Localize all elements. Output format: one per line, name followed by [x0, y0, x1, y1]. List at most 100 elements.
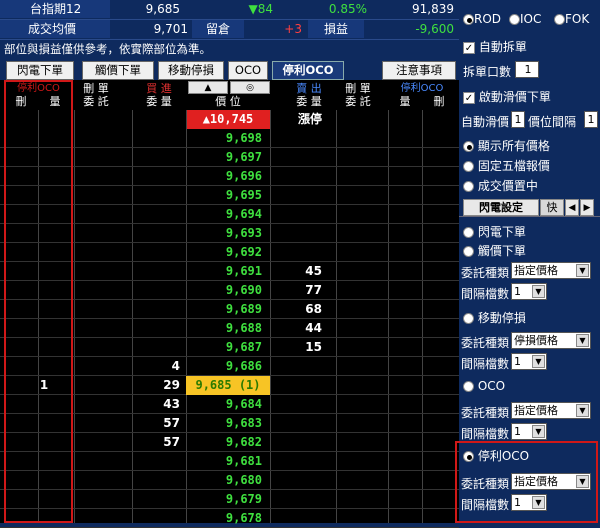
tick-gap-input[interactable]: 1 — [584, 111, 598, 128]
slippage-checkbox[interactable]: ✓ 啟動滑價下單 — [463, 88, 551, 105]
tab-scroll-right-icon[interactable]: ▶ — [580, 199, 594, 216]
bid-qty-cell[interactable] — [132, 300, 182, 319]
gap-levels-select-2[interactable]: 1 ▼ — [511, 353, 547, 370]
tab-scroll-left-icon[interactable]: ◀ — [565, 199, 579, 216]
bid-qty-cell[interactable] — [132, 167, 182, 186]
display-five-levels[interactable]: 固定五檔報價 — [463, 157, 550, 174]
ask-qty-cell[interactable] — [270, 148, 324, 167]
price-cell[interactable]: 9,686 — [186, 357, 270, 376]
price-cell[interactable]: 9,697 — [186, 148, 270, 167]
bid-qty-cell[interactable]: 57 — [132, 414, 182, 433]
ask-qty-cell[interactable] — [270, 452, 324, 471]
price-cell[interactable]: 9,682 — [186, 433, 270, 452]
bid-qty-cell[interactable] — [132, 338, 182, 357]
oco-option[interactable]: OCO — [463, 379, 505, 393]
ask-qty-cell[interactable] — [270, 433, 324, 452]
bid-qty-cell[interactable] — [132, 319, 182, 338]
bid-qty-cell[interactable] — [132, 243, 182, 262]
ask-qty-cell[interactable] — [270, 243, 324, 262]
price-cell[interactable]: 9,685 (1) — [186, 376, 270, 395]
ask-qty-cell[interactable]: 68 — [270, 300, 324, 319]
display-all-prices[interactable]: 顯示所有價格 — [463, 137, 550, 154]
bid-qty-cell[interactable] — [132, 509, 182, 528]
order-kind-select[interactable]: 指定價格 ▼ — [511, 262, 591, 279]
limit-up-price[interactable]: ▲10,745 — [186, 110, 270, 129]
bid-qty-cell[interactable]: 29 — [132, 376, 182, 395]
bid-qty-cell[interactable] — [132, 452, 182, 471]
ask-qty-cell[interactable] — [270, 186, 324, 205]
price-cell[interactable]: 9,693 — [186, 224, 270, 243]
bid-qty-cell[interactable] — [132, 281, 182, 300]
tab-flash-settings[interactable]: 閃電設定 — [463, 199, 539, 216]
ask-qty-cell[interactable]: 77 — [270, 281, 324, 300]
split-qty-input[interactable]: 1 — [515, 61, 539, 78]
price-cell[interactable]: 9,687 — [186, 338, 270, 357]
price-cell[interactable]: 9,688 — [186, 319, 270, 338]
scroll-up-button[interactable]: ▲ — [188, 81, 228, 94]
ask-qty-cell[interactable] — [270, 376, 324, 395]
ask-qty-cell[interactable] — [270, 395, 324, 414]
bid-qty-cell[interactable]: 43 — [132, 395, 182, 414]
ask-qty-cell[interactable] — [270, 357, 324, 376]
order-kind-select-4[interactable]: 指定價格 ▼ — [511, 473, 591, 490]
ask-qty-cell[interactable] — [270, 471, 324, 490]
ask-qty-cell[interactable] — [270, 509, 324, 528]
bid-qty-cell[interactable] — [132, 129, 182, 148]
order-type-fok[interactable]: FOK — [554, 12, 589, 26]
ask-qty-cell[interactable] — [270, 490, 324, 509]
bid-qty-cell[interactable]: 57 — [132, 433, 182, 452]
tab-oco[interactable]: OCO — [228, 61, 268, 80]
price-cell[interactable]: 9,679 — [186, 490, 270, 509]
gap-levels-select-3[interactable]: 1 ▼ — [511, 423, 547, 440]
price-cell[interactable]: 9,692 — [186, 243, 270, 262]
flash-order-option[interactable]: 閃電下單 — [463, 223, 526, 240]
auto-split-checkbox[interactable]: ✓ 自動拆單 — [463, 38, 527, 55]
order-kind-select-3[interactable]: 指定價格 ▼ — [511, 402, 591, 419]
bid-qty-cell[interactable] — [132, 148, 182, 167]
touch-order-option[interactable]: 觸價下單 — [463, 242, 526, 259]
ask-qty-cell[interactable]: 44 — [270, 319, 324, 338]
tab-trailing-stop[interactable]: 移動停損 — [158, 61, 224, 80]
ask-qty-cell[interactable] — [270, 129, 324, 148]
gap-levels-select[interactable]: 1 ▼ — [511, 283, 547, 300]
price-cell[interactable]: 9,678 — [186, 509, 270, 528]
price-cell[interactable]: 9,683 — [186, 414, 270, 433]
ask-qty-cell[interactable]: 45 — [270, 262, 324, 281]
price-cell[interactable]: 9,694 — [186, 205, 270, 224]
bid-qty-cell[interactable]: 4 — [132, 357, 182, 376]
tab-profit-oco[interactable]: 停利OCO — [272, 61, 344, 80]
price-cell[interactable]: 9,698 — [186, 129, 270, 148]
tab-flash-order[interactable]: 閃電下單 — [6, 61, 74, 80]
price-cell[interactable]: 9,691 — [186, 262, 270, 281]
ask-qty-cell[interactable] — [270, 414, 324, 433]
bid-qty-cell[interactable] — [132, 262, 182, 281]
display-center-price[interactable]: 成交價置中 — [463, 177, 538, 194]
bid-qty-cell[interactable] — [132, 186, 182, 205]
order-type-rod[interactable]: ROD — [463, 12, 501, 26]
price-cell[interactable]: 9,695 — [186, 186, 270, 205]
auto-slip-input[interactable]: 1 — [511, 111, 525, 128]
bid-qty-cell[interactable] — [132, 471, 182, 490]
bid-qty-cell[interactable] — [132, 490, 182, 509]
tab-quick[interactable]: 快 — [540, 199, 564, 216]
price-cell[interactable]: 9,681 — [186, 452, 270, 471]
bid-qty-cell[interactable] — [132, 205, 182, 224]
ask-qty-cell[interactable] — [270, 167, 324, 186]
order-kind-select-2[interactable]: 停損價格 ▼ — [511, 332, 591, 349]
price-cell[interactable]: 9,680 — [186, 471, 270, 490]
bid-qty-cell[interactable] — [132, 224, 182, 243]
price-cell[interactable]: 9,696 — [186, 167, 270, 186]
tab-touch-order[interactable]: 觸價下單 — [82, 61, 154, 80]
order-type-ioc[interactable]: IOC — [509, 12, 541, 26]
price-cell[interactable]: 9,690 — [186, 281, 270, 300]
profit-oco-option[interactable]: 停利OCO — [463, 447, 529, 464]
ask-qty-cell[interactable]: 15 — [270, 338, 324, 357]
notice-button[interactable]: 注意事項 — [382, 61, 456, 80]
trailing-stop-option[interactable]: 移動停損 — [463, 309, 526, 326]
price-cell[interactable]: 9,689 — [186, 300, 270, 319]
price-cell[interactable]: 9,684 — [186, 395, 270, 414]
ask-qty-cell[interactable] — [270, 205, 324, 224]
gap-levels-select-4[interactable]: 1 ▼ — [511, 494, 547, 511]
center-price-button[interactable]: ◎ — [230, 81, 270, 94]
ask-qty-cell[interactable] — [270, 224, 324, 243]
